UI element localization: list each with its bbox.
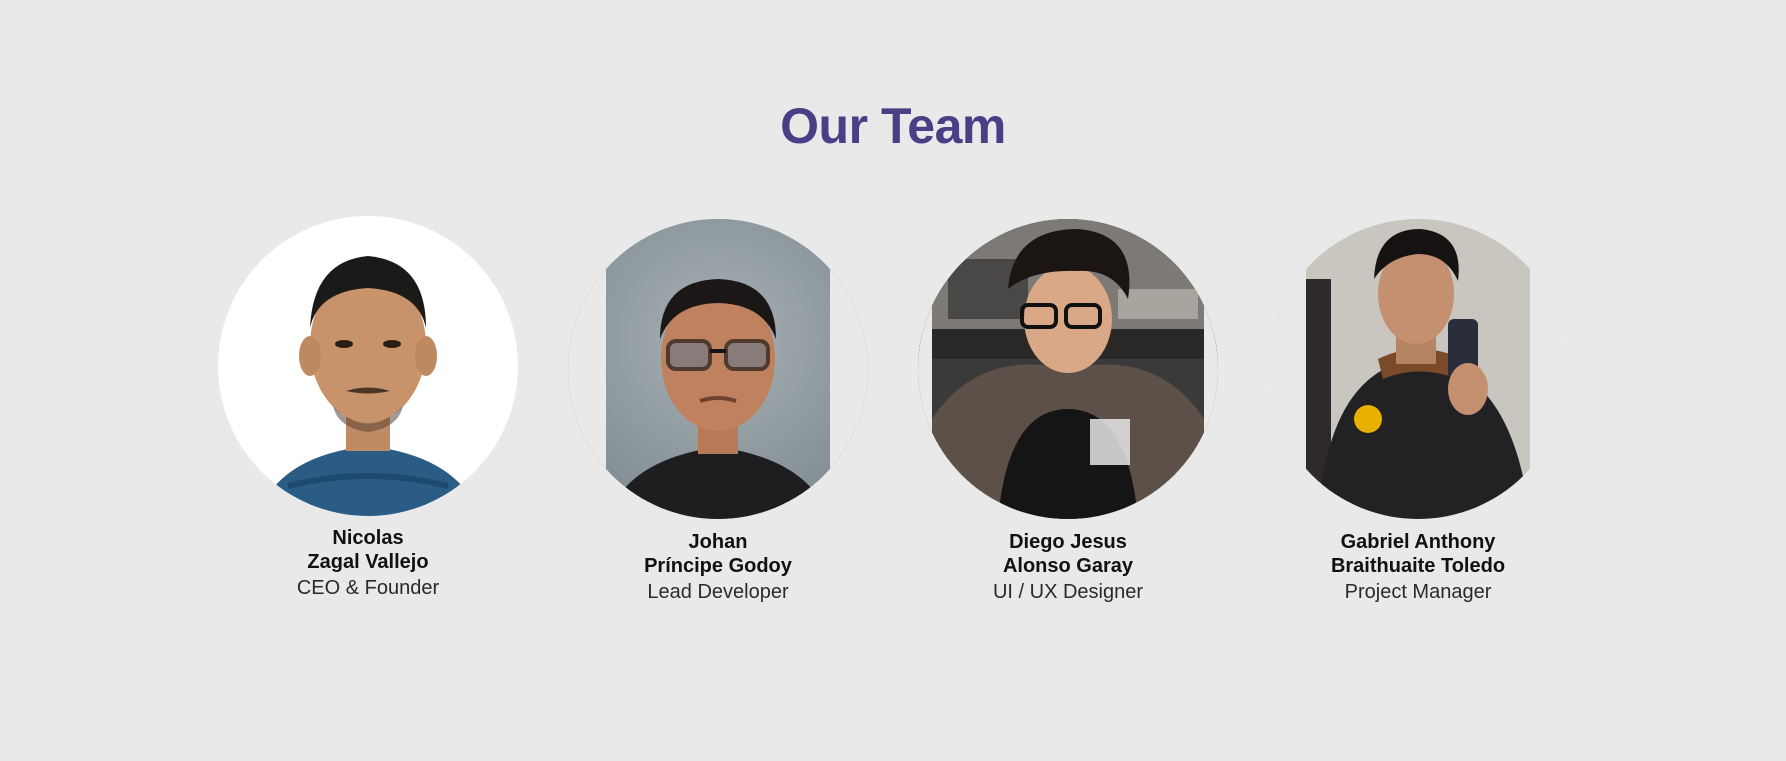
member-role: CEO & Founder — [296, 577, 440, 599]
member-card-nicolas: Nicolas Zagal Vallejo CEO & Founder — [188, 526, 548, 601]
page-title: Our Team — [780, 98, 1006, 154]
member-photo-johan — [568, 219, 868, 519]
portrait-photo — [568, 219, 868, 519]
member-card-gabriel: Gabriel Anthony Braithuaite Toledo Proje… — [1238, 530, 1598, 605]
member-name-first: Gabriel Anthony — [1340, 531, 1496, 553]
member-card-diego: Diego Jesus Alonso Garay UI / UX Designe… — [888, 530, 1248, 605]
member-name-last: Alonso Garay — [1002, 555, 1134, 577]
member-photo-diego — [918, 219, 1218, 519]
member-card-johan: Johan Príncipe Godoy Lead Developer — [538, 530, 898, 605]
member-photo-gabriel — [1268, 219, 1568, 519]
member-role: Lead Developer — [647, 581, 789, 603]
member-name-last: Zagal Vallejo — [307, 551, 429, 573]
portrait-photo — [1268, 219, 1568, 519]
portrait-photo — [218, 216, 518, 516]
portrait-photo — [918, 219, 1218, 519]
member-role: Project Manager — [1344, 581, 1492, 603]
member-name-last: Príncipe Godoy — [644, 555, 792, 577]
member-name-first: Johan — [688, 531, 748, 553]
member-photo-nicolas — [218, 216, 518, 516]
member-name-last: Braithuaite Toledo — [1330, 555, 1506, 577]
member-role: UI / UX Designer — [992, 581, 1144, 603]
member-name-first: Nicolas — [332, 527, 404, 549]
member-name-first: Diego Jesus — [1009, 531, 1127, 553]
